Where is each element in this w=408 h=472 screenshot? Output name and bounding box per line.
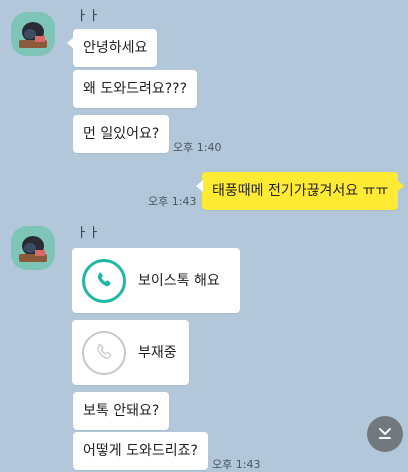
phone-icon: [97, 272, 111, 287]
sender-name: ㅏㅏ: [76, 9, 100, 24]
scroll-to-bottom-button[interactable]: [367, 416, 403, 452]
message-bubble[interactable]: 안녕하세요: [66, 29, 158, 67]
message-time: 오후 1:40: [173, 141, 222, 154]
chevrons-down-icon: [379, 428, 391, 439]
message-bubble[interactable]: 보톡 안돼요?: [73, 392, 170, 430]
voice-call-card[interactable]: 보이스톡 해요: [72, 248, 240, 313]
voice-call-label: 보이스톡 해요: [138, 273, 220, 289]
my-message-bubble[interactable]: 태풍때메 전기가끊겨서요 ㅠㅠ: [195, 172, 405, 210]
missed-call-circle: [82, 331, 126, 375]
avatar[interactable]: [11, 226, 55, 270]
character-avatar-icon: [11, 12, 55, 56]
missed-call-card[interactable]: 부재중: [72, 320, 189, 385]
missed-call-label: 부재중: [138, 345, 177, 361]
message-bubble[interactable]: 왜 도와드려요???: [73, 70, 198, 108]
phone-icon: [97, 343, 112, 359]
message-bubble[interactable]: 어떻게 도와드리죠?: [73, 432, 208, 470]
message-bubble[interactable]: 먼 일있어요?: [73, 115, 170, 153]
message-time: 오후 1:43: [212, 458, 261, 471]
character-avatar-icon: [11, 226, 55, 270]
voice-call-circle: [82, 259, 126, 303]
avatar[interactable]: [11, 12, 55, 56]
sender-name: ㅏㅏ: [76, 226, 100, 241]
message-time: 오후 1:43: [148, 195, 197, 208]
